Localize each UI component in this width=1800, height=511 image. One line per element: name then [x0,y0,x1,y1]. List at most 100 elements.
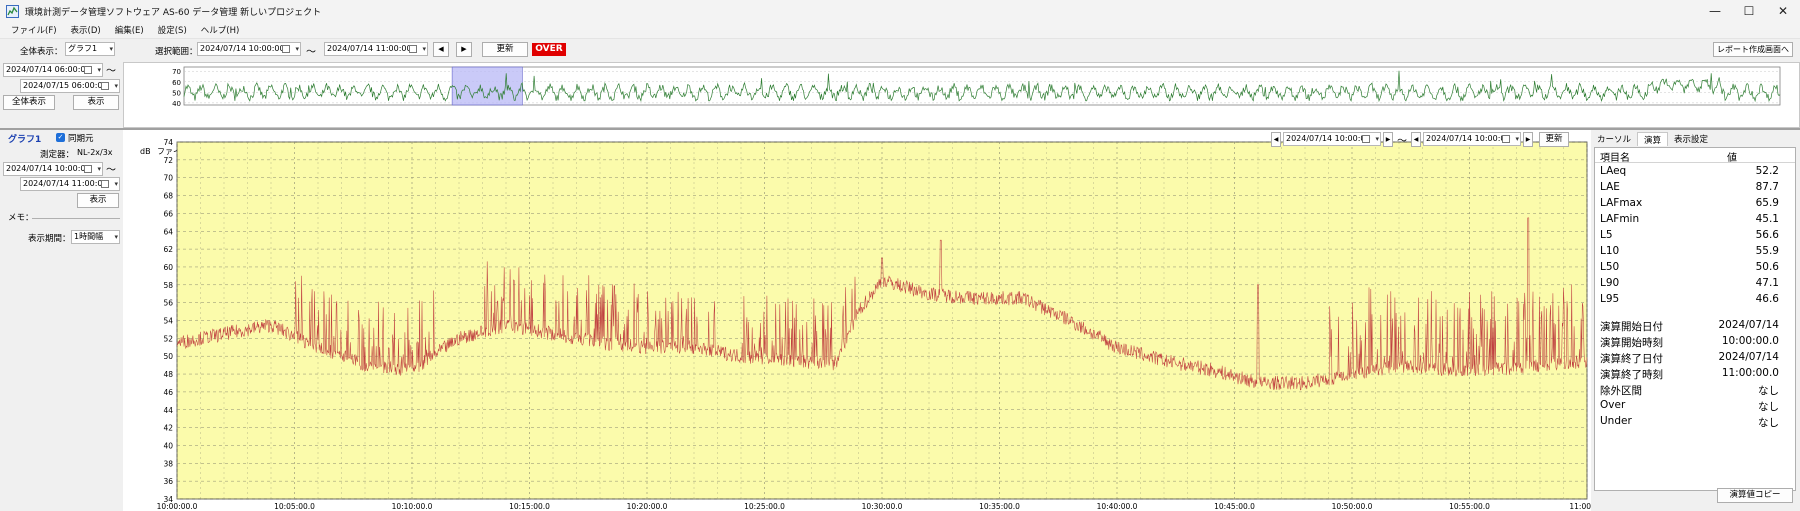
overall-start-picker[interactable]: 2024/07/14 06:00:00 ▾ [3,63,103,77]
calc-table-header: 項目名 値 [1595,148,1795,164]
graph-prev2-button[interactable]: ◀ [1411,132,1421,147]
chevron-down-icon: ▾ [295,45,299,53]
calc-row[interactable]: 演算終了時刻 11:00:00.0 [1595,366,1795,382]
main-y-tick: 50 [163,352,173,361]
calendar-icon [84,165,92,173]
calc-name: 除外区間 [1600,385,1642,397]
range-end-picker[interactable]: 2024/07/14 11:00:00 ▾ [324,42,428,56]
range-start-value: 2024/07/14 10:00:00 [200,44,285,53]
graph-end-value: 2024/07/14 11:00:00 [23,179,108,188]
tab-cursor[interactable]: カーソル [1591,132,1637,146]
main-x-tick: 10:15:00.0 [509,502,550,511]
interval-label: 表示期間： [28,234,71,244]
stat-name: L10 [1600,245,1620,257]
calc-row[interactable]: Under なし [1595,414,1795,430]
graph-update-button[interactable]: 更新 [1539,132,1569,147]
tab-calc[interactable]: 演算 [1637,132,1669,146]
main-chart[interactable]: dB ファイル:AU1_0101 34363840424446485052545… [123,130,1591,511]
menu-file[interactable]: ファイル(F) [4,24,64,36]
range-start-picker[interactable]: 2024/07/14 10:00:00 ▾ [197,42,301,56]
overall-end-picker[interactable]: 2024/07/15 06:00:00 ▾ [20,79,120,93]
stat-value: 55.9 [1755,245,1779,257]
graph-start-picker[interactable]: 2024/07/14 10:00:00 ▾ [3,162,103,176]
stat-value: 45.1 [1755,213,1779,225]
close-button[interactable]: ✕ [1766,0,1800,22]
main-x-tick: 10:35:00.0 [979,502,1020,511]
stat-row[interactable]: L10 55.9 [1595,244,1795,260]
overview-y-tick: 50 [172,89,181,97]
main-y-tick: 62 [163,245,173,254]
graph-range-start-picker[interactable]: 2024/07/14 10:00:00 ▾ [1283,132,1381,146]
main-y-tick: 40 [163,441,173,450]
stat-row[interactable]: LAFmin 45.1 [1595,212,1795,228]
menu-edit[interactable]: 編集(E) [108,24,151,36]
stat-row[interactable]: L90 47.1 [1595,276,1795,292]
overview-selection [451,66,523,106]
stat-row[interactable]: LAFmax 65.9 [1595,196,1795,212]
graph-select[interactable]: グラフ1 ▾ [65,42,115,56]
chevron-down-icon: ▾ [1375,135,1379,143]
stat-row[interactable]: L95 46.6 [1595,292,1795,308]
calc-value: なし [1758,385,1779,397]
update-button[interactable]: 更新 [482,42,528,57]
calc-name: 演算開始日付 [1600,321,1663,333]
calendar-icon [282,45,290,53]
calendar-icon [101,82,109,90]
over-badge: OVER [532,43,566,56]
menu-help[interactable]: ヘルプ(H) [194,24,247,36]
next-range-button[interactable]: ▶ [456,42,472,57]
calc-row[interactable]: 演算終了日付 2024/07/14 [1595,350,1795,366]
stat-value: 47.1 [1755,277,1779,289]
menu-view[interactable]: 表示(D) [64,24,108,36]
chevron-down-icon: ▾ [1515,135,1519,143]
calc-name: 演算終了時刻 [1600,369,1663,381]
calc-name: 演算終了日付 [1600,353,1663,365]
app-window: 環境計測データ管理ソフトウェア AS-60 データ管理 新しいプロジェクト — … [0,0,1800,511]
graph-end-picker[interactable]: 2024/07/14 11:00:00 ▾ [20,177,120,191]
calc-row[interactable]: 演算開始日付 2024/07/14 [1595,318,1795,334]
calc-row[interactable]: 除外区間 なし [1595,382,1795,398]
graph-next2-button[interactable]: ▶ [1523,132,1533,147]
overall-tilde: 〜 [106,66,116,77]
stat-name: L5 [1600,229,1613,241]
memo-field[interactable] [32,218,120,219]
main-x-tick: 10:30:00.0 [862,502,903,511]
calendar-icon [1502,135,1510,143]
stat-row[interactable]: L50 50.6 [1595,260,1795,276]
main-x-tick: 10:25:00.0 [744,502,785,511]
calc-row[interactable]: Over なし [1595,398,1795,414]
stat-row[interactable]: L5 56.6 [1595,228,1795,244]
stat-name: L95 [1600,293,1620,305]
stat-row[interactable]: LAeq 52.2 [1595,164,1795,180]
menu-settings[interactable]: 設定(S) [151,24,194,36]
copy-calc-button[interactable]: 演算値コピー [1717,488,1793,503]
graph-range-end-value: 2024/07/14 10:00:00 [1426,134,1511,143]
stat-row[interactable]: LAE 87.7 [1595,180,1795,196]
graph-next-button[interactable]: ▶ [1383,132,1393,147]
maximize-button[interactable]: ☐ [1732,0,1766,22]
stat-name: LAE [1600,181,1620,193]
main-y-tick: 54 [163,317,173,326]
overall-show-button[interactable]: 表示 [73,95,119,110]
sync-checkbox[interactable]: ✓ [56,133,65,142]
range-end-value: 2024/07/14 11:00:00 [327,44,412,53]
graph-range-end-picker[interactable]: 2024/07/14 10:00:00 ▾ [1423,132,1521,146]
overview-y-tick: 70 [172,68,181,76]
graph-prev-button[interactable]: ◀ [1271,132,1281,147]
tab-display-settings[interactable]: 表示設定 [1668,132,1714,146]
full-view-button[interactable]: 全体表示 [3,95,55,110]
stat-value: 46.6 [1755,293,1779,305]
prev-range-button[interactable]: ◀ [433,42,449,57]
interval-select[interactable]: 1時間幅 ▾ [71,230,120,244]
calc-row[interactable]: 演算開始時刻 10:00:00.0 [1595,334,1795,350]
calendar-icon [1362,135,1370,143]
calc-value: 2024/07/14 [1718,319,1779,331]
chevron-down-icon: ▾ [114,82,118,90]
calendar-icon [409,45,417,53]
overview-chart[interactable]: 40 50 60 70 [124,63,1799,127]
report-button[interactable]: レポート作成画面へ [1713,42,1793,57]
minimize-button[interactable]: — [1698,0,1732,22]
header-name: 項目名 [1600,153,1630,164]
device-label: 測定器： [40,150,75,160]
graph-show-button[interactable]: 表示 [77,193,119,208]
